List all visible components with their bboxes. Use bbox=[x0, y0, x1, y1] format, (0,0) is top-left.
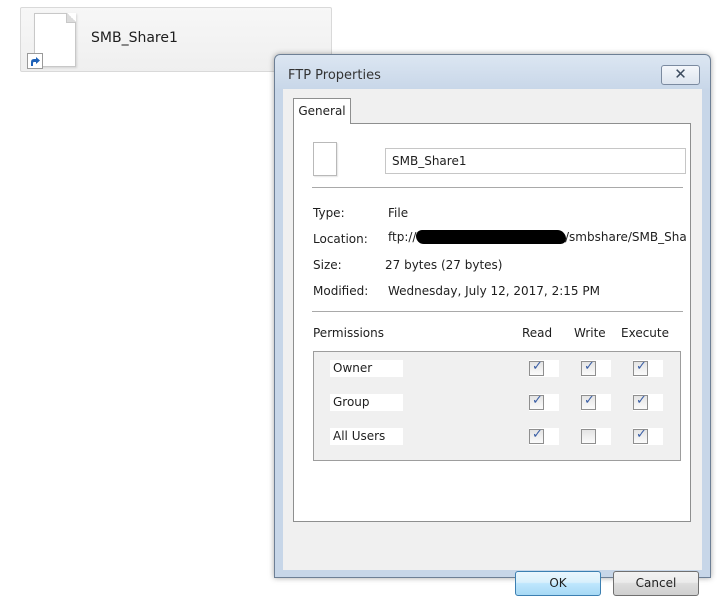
location-path: /smbshare/SMB_Share1 bbox=[565, 230, 686, 244]
owner-write-checkbox[interactable]: ✓ bbox=[581, 359, 596, 376]
group-read-checkbox[interactable]: ✓ bbox=[529, 393, 544, 410]
group-execute-checkbox[interactable]: ✓ bbox=[633, 393, 648, 410]
checkbox-cell: ✓ bbox=[581, 393, 611, 411]
checkbox-cell: ✓ bbox=[581, 359, 611, 377]
location-prefix: ftp:// bbox=[388, 230, 417, 244]
checkbox-cell: ✓ bbox=[529, 393, 559, 411]
checkbox-cell: ✓ bbox=[633, 427, 663, 445]
type-label: Type: bbox=[313, 206, 345, 220]
owner-execute-checkbox[interactable]: ✓ bbox=[633, 359, 648, 376]
check-icon: ✓ bbox=[532, 393, 543, 408]
separator bbox=[312, 311, 683, 312]
group-write-checkbox[interactable]: ✓ bbox=[581, 393, 596, 410]
permissions-list: Owner ✓ ✓ ✓ Group ✓ ✓ ✓ All Users ✓ ✓ bbox=[313, 351, 681, 461]
permission-row-owner: Owner bbox=[330, 360, 403, 377]
ftp-properties-dialog: FTP Properties ✕ General SMB_Share1 Type… bbox=[274, 54, 711, 596]
file-item-name: SMB_Share1 bbox=[91, 30, 178, 46]
cancel-button[interactable]: Cancel bbox=[613, 571, 699, 596]
checkbox-cell bbox=[581, 428, 611, 445]
execute-column-header: Execute bbox=[621, 326, 669, 340]
checkbox-cell: ✓ bbox=[633, 359, 663, 377]
size-label: Size: bbox=[313, 258, 342, 272]
all-users-write-checkbox[interactable] bbox=[581, 429, 596, 444]
file-name-field[interactable]: SMB_Share1 bbox=[385, 148, 686, 174]
close-button[interactable]: ✕ bbox=[661, 65, 700, 85]
dialog-client-area: General SMB_Share1 Type: File Location: … bbox=[283, 89, 702, 596]
permissions-label: Permissions bbox=[313, 326, 384, 340]
dialog-title: FTP Properties bbox=[288, 68, 381, 83]
document-icon bbox=[313, 142, 337, 176]
permission-row-all-users: All Users bbox=[330, 428, 403, 445]
redaction-mark bbox=[416, 230, 566, 244]
location-label: Location: bbox=[313, 232, 368, 246]
type-value: File bbox=[388, 206, 409, 220]
check-icon: ✓ bbox=[532, 427, 543, 442]
checkbox-cell: ✓ bbox=[529, 359, 559, 377]
general-tab-panel: SMB_Share1 Type: File Location: ftp:// /… bbox=[293, 123, 691, 522]
all-users-read-checkbox[interactable]: ✓ bbox=[529, 427, 544, 444]
modified-label: Modified: bbox=[313, 284, 369, 298]
checkbox-cell: ✓ bbox=[633, 393, 663, 411]
read-column-header: Read bbox=[522, 326, 553, 340]
write-column-header: Write bbox=[574, 326, 606, 340]
modified-value: Wednesday, July 12, 2017, 2:15 PM bbox=[388, 284, 600, 298]
checkbox-cell: ✓ bbox=[529, 427, 559, 445]
check-icon: ✓ bbox=[636, 427, 647, 442]
tab-general[interactable]: General bbox=[293, 98, 351, 124]
close-icon: ✕ bbox=[674, 65, 687, 83]
owner-read-checkbox[interactable]: ✓ bbox=[529, 359, 544, 376]
check-icon: ✓ bbox=[584, 393, 595, 408]
shortcut-arrow-icon bbox=[27, 53, 43, 69]
ok-button[interactable]: OK bbox=[515, 571, 601, 596]
location-value: ftp:// /smbshare/SMB_Share1 bbox=[388, 230, 686, 248]
check-icon: ✓ bbox=[584, 359, 595, 374]
check-icon: ✓ bbox=[532, 359, 543, 374]
all-users-execute-checkbox[interactable]: ✓ bbox=[633, 427, 648, 444]
check-icon: ✓ bbox=[636, 359, 647, 374]
permission-row-group: Group bbox=[330, 394, 403, 411]
check-icon: ✓ bbox=[636, 393, 647, 408]
separator bbox=[312, 187, 683, 188]
size-value: 27 bytes (27 bytes) bbox=[385, 258, 503, 272]
